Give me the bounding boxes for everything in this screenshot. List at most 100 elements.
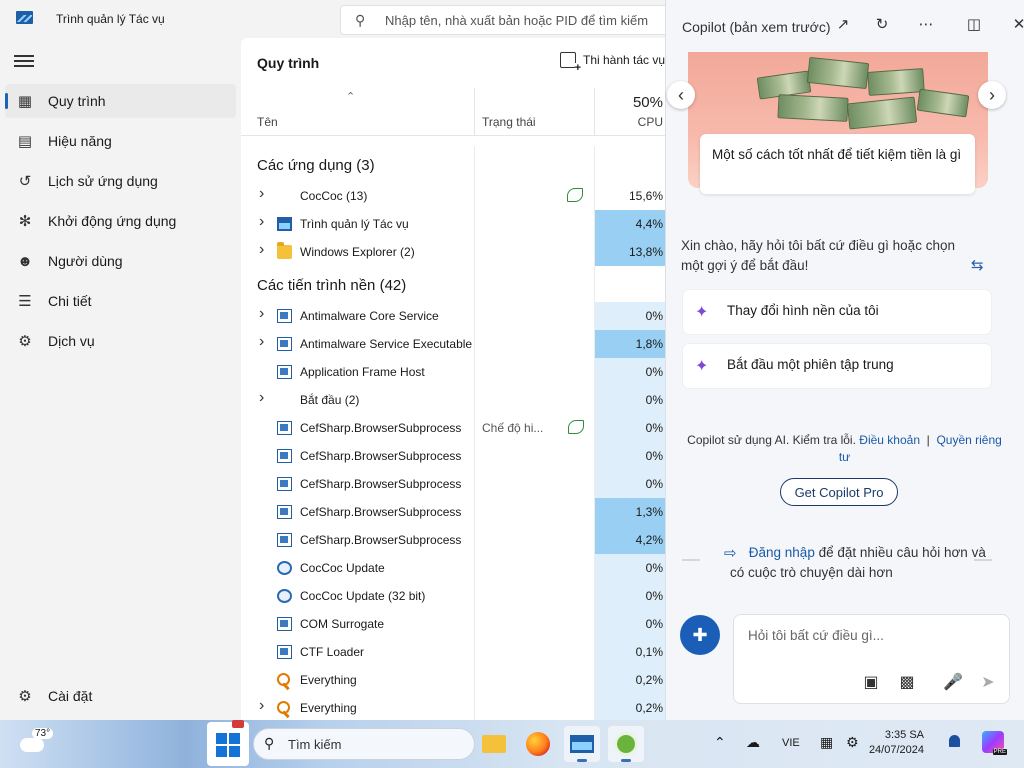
cpu-cell xyxy=(595,266,665,302)
process-search-box[interactable]: ⚲ xyxy=(340,5,680,35)
refresh-icon[interactable]: ↻ xyxy=(872,15,892,33)
table-row[interactable]: Application Frame Host 0% xyxy=(241,358,665,386)
preview-badge: PRE xyxy=(992,749,1007,755)
table-row[interactable]: CocCoc Update (32 bit) 0% xyxy=(241,582,665,610)
table-row[interactable]: CefSharp.BrowserSubprocess Chế độ hi... 0% xyxy=(241,414,665,442)
sidebar-item-details[interactable]: ☰ Chi tiết xyxy=(5,284,236,318)
column-header-name[interactable]: ⌃ Tên xyxy=(241,88,475,136)
process-name: CefSharp.BrowserSubprocess xyxy=(300,421,462,435)
status-cell xyxy=(475,470,595,498)
sidebar-item-services[interactable]: ⚙ Dịch vụ xyxy=(5,324,236,358)
cpu-cell xyxy=(595,146,665,182)
chevron-right-icon[interactable]: › xyxy=(259,333,264,351)
sidebar-item-performance[interactable]: ▤ Hiệu năng xyxy=(5,124,236,158)
sidebar-item-users[interactable]: ☻ Người dùng xyxy=(5,244,236,278)
copilot-preview-icon[interactable]: PRE xyxy=(982,731,1007,755)
send-icon[interactable]: ➤ xyxy=(977,672,999,692)
open-external-icon[interactable]: ↗ xyxy=(833,15,853,33)
table-row[interactable]: CefSharp.BrowserSubprocess 1,3% xyxy=(241,498,665,526)
group-apps[interactable]: Các ứng dụng (3) xyxy=(241,146,665,182)
table-row[interactable]: › Windows Explorer (2) 13,8% xyxy=(241,238,665,266)
coccoc-taskbar-button[interactable] xyxy=(608,726,644,762)
process-search-input[interactable] xyxy=(385,11,675,29)
status-cell xyxy=(475,554,595,582)
cpu-value: 0,2% xyxy=(635,673,663,687)
cpu-value: 13,8% xyxy=(628,245,663,259)
file-explorer-taskbar-button[interactable] xyxy=(476,726,512,762)
chevron-right-icon[interactable]: › xyxy=(259,185,264,203)
table-row[interactable]: CocCoc Update 0% xyxy=(241,554,665,582)
sidebar-item-app-history[interactable]: ↺ Lịch sử ứng dụng xyxy=(5,164,236,198)
chevron-right-icon[interactable]: › xyxy=(259,241,264,259)
suggestion-focus-session[interactable]: ✦ Bắt đầu một phiên tập trung xyxy=(683,344,991,388)
table-row[interactable]: Everything 0,2% xyxy=(241,666,665,694)
table-row[interactable]: › Bắt đầu (2) 0% xyxy=(241,386,665,414)
chevron-right-icon[interactable]: › xyxy=(259,697,264,715)
weather-widget[interactable]: 73° xyxy=(20,728,56,758)
add-image-icon[interactable]: ▣ xyxy=(860,672,882,692)
sidebar-item-label: Quy trình xyxy=(48,93,106,109)
cloud-offline-icon[interactable]: ☁ xyxy=(746,734,760,751)
close-icon[interactable]: ✕ xyxy=(1009,15,1024,33)
chat-composer[interactable]: ▣ ▩ 🎤 ➤ xyxy=(733,614,1010,704)
column-status-label: Trạng thái xyxy=(482,115,536,129)
column-header-status[interactable]: Trạng thái xyxy=(475,88,595,136)
terms-link[interactable]: Điều khoản xyxy=(859,433,920,447)
chevron-right-icon[interactable]: › xyxy=(259,389,264,407)
table-row[interactable]: CefSharp.BrowserSubprocess 0% xyxy=(241,442,665,470)
system-clock[interactable]: 3:35 SA 24/07/2024 xyxy=(868,728,924,758)
input-language[interactable]: VIE xyxy=(782,737,800,749)
process-name: Bắt đầu (2) xyxy=(300,393,360,407)
cpu-cell: 0,2% xyxy=(595,694,665,720)
process-name: COM Surrogate xyxy=(300,617,385,631)
network-icon[interactable]: ▦ xyxy=(820,734,833,751)
name-cell: › Windows Explorer (2) xyxy=(241,238,475,266)
sidebar-item-settings[interactable]: ⚙ Cài đặt xyxy=(5,679,236,713)
table-row[interactable]: CefSharp.BrowserSubprocess 4,2% xyxy=(241,526,665,554)
table-row[interactable]: › Everything 0,2% xyxy=(241,694,665,720)
notification-bell-icon[interactable] xyxy=(947,734,963,750)
firefox-taskbar-button[interactable] xyxy=(520,726,556,762)
table-row[interactable]: COM Surrogate 0% xyxy=(241,610,665,638)
cpu-cell: 0% xyxy=(595,582,665,610)
table-row[interactable]: › Trình quản lý Tác vụ 4,4% xyxy=(241,210,665,238)
table-row[interactable]: › Antimalware Core Service 0% xyxy=(241,302,665,330)
get-copilot-pro-button[interactable]: Get Copilot Pro xyxy=(780,478,898,506)
suggestion-change-wallpaper[interactable]: ✦ Thay đổi hình nền của tôi xyxy=(683,290,991,334)
table-row[interactable]: › CocCoc (13) 15,6% xyxy=(241,182,665,210)
microphone-icon[interactable]: 🎤 xyxy=(942,672,964,692)
new-topic-button[interactable]: ✚ xyxy=(680,615,720,655)
more-options-icon[interactable]: ⋯ xyxy=(916,15,936,33)
sidebar-item-processes[interactable]: ▦ Quy trình xyxy=(5,84,236,118)
carousel-next-button[interactable]: › xyxy=(978,81,1006,109)
volume-icon[interactable]: ⚙ xyxy=(846,734,859,751)
group-background[interactable]: Các tiến trình nền (42) xyxy=(241,266,665,302)
carousel-card[interactable]: Một số cách tốt nhất để tiết kiệm tiền l… xyxy=(700,134,975,194)
run-new-task-button[interactable]: Thi hành tác vụ xyxy=(560,52,665,73)
dock-pane-icon[interactable]: ◫ xyxy=(964,15,984,33)
key-icon xyxy=(277,673,292,687)
column-header-cpu[interactable]: 50% CPU xyxy=(595,88,665,136)
name-cell: CocCoc Update (32 bit) xyxy=(241,582,475,610)
table-row[interactable]: CefSharp.BrowserSubprocess 0% xyxy=(241,470,665,498)
table-row[interactable]: › Antimalware Service Executable 1,8% xyxy=(241,330,665,358)
processes-panel: Quy trình Thi hành tác vụ ⌃ Tên Trạng th… xyxy=(241,38,665,720)
screenshot-icon[interactable]: ▩ xyxy=(896,672,918,692)
carousel-prev-button[interactable]: ‹ xyxy=(667,81,695,109)
sidebar-item-startup-apps[interactable]: ✻ Khởi động ứng dụng xyxy=(5,204,236,238)
divider xyxy=(682,559,700,561)
efficiency-mode-icon xyxy=(568,420,584,434)
start-button[interactable] xyxy=(207,720,249,766)
refresh-suggestions-icon[interactable]: ⇆ xyxy=(971,256,984,274)
hamburger-menu-icon[interactable] xyxy=(14,52,34,68)
signin-link[interactable]: Đăng nhập xyxy=(749,545,815,560)
chevron-up-icon[interactable]: ⌃ xyxy=(714,734,726,751)
task-manager-taskbar-button[interactable] xyxy=(564,726,600,762)
table-row[interactable]: CTF Loader 0,1% xyxy=(241,638,665,666)
chevron-right-icon[interactable]: › xyxy=(259,305,264,323)
chevron-right-icon[interactable]: › xyxy=(259,213,264,231)
process-name: CocCoc Update xyxy=(300,561,385,575)
name-cell: Everything xyxy=(241,666,475,694)
taskbar-search[interactable]: ⚲ Tìm kiếm xyxy=(253,728,475,760)
chat-input[interactable] xyxy=(748,628,998,650)
